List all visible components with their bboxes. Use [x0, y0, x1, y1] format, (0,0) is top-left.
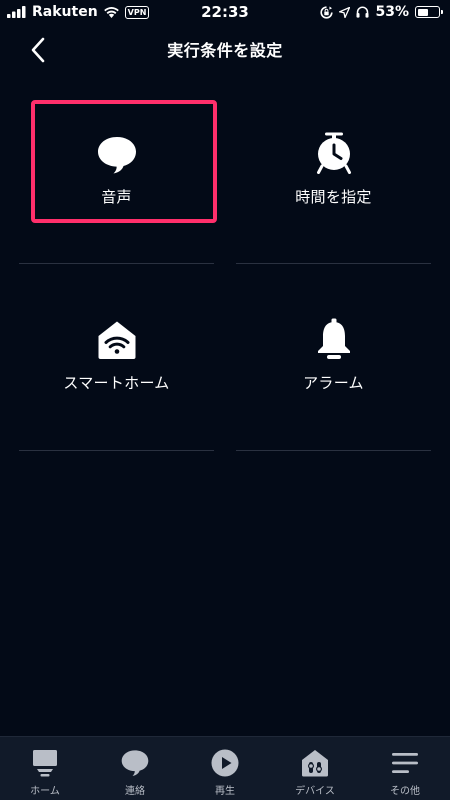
nav-play-label: 再生 [215, 786, 235, 797]
rotation-lock-icon [320, 5, 334, 19]
option-time-icon-wrap [315, 132, 353, 174]
highlight-frame [31, 100, 217, 223]
option-alarm-label: アラーム [303, 374, 364, 392]
page-title: 実行条件を設定 [167, 41, 283, 60]
nav-devices-label: デバイス [295, 786, 335, 797]
divider [19, 450, 214, 451]
battery-percent: 53% [375, 4, 409, 20]
option-smart-home-icon-wrap [97, 318, 137, 360]
header: 実行条件を設定 [0, 30, 450, 70]
nav-home[interactable]: ホーム [0, 737, 90, 800]
option-smart-home-label: スマートホーム [63, 374, 170, 392]
battery-level [417, 8, 429, 16]
option-smart-home[interactable]: スマートホーム [19, 290, 214, 453]
nav-contact-label: 連絡 [125, 786, 145, 797]
smart-home-icon [98, 321, 135, 359]
chat-icon [121, 750, 149, 776]
divider [19, 263, 214, 264]
divider [236, 263, 431, 264]
nav-play-icon-wrap [211, 748, 239, 778]
nav-play[interactable]: 再生 [180, 737, 270, 800]
nav-devices[interactable]: デバイス [270, 737, 360, 800]
option-time-label: 時間を指定 [295, 188, 372, 206]
home-icon [33, 750, 57, 777]
alarm-clock-icon [316, 132, 351, 174]
option-alarm[interactable]: アラーム [236, 290, 431, 453]
nav-more[interactable]: その他 [360, 737, 450, 800]
nav-home-label: ホーム [30, 786, 60, 797]
headphones-icon [356, 6, 369, 18]
option-time[interactable]: 時間を指定 [236, 100, 431, 263]
location-icon [339, 6, 351, 18]
status-bar: Rakuten VPN 22:33 53% [0, 0, 450, 26]
nav-home-icon-wrap [32, 748, 58, 778]
nav-contact-icon-wrap [121, 748, 149, 778]
devices-icon [302, 750, 328, 777]
nav-devices-icon-wrap [301, 748, 329, 778]
nav-more-icon-wrap [391, 748, 419, 778]
divider [236, 450, 431, 451]
screen: Rakuten VPN 22:33 53% 実行条件を設定 音声 時間を指定 ス… [0, 0, 450, 800]
play-icon [211, 749, 239, 777]
nav-contact[interactable]: 連絡 [90, 737, 180, 800]
bell-icon [317, 318, 350, 359]
option-alarm-icon-wrap [316, 318, 352, 360]
nav-more-label: その他 [390, 786, 420, 797]
status-right: 53% [320, 4, 443, 20]
battery-icon [415, 6, 443, 18]
menu-icon [392, 753, 418, 773]
bottom-nav: ホーム 連絡 再生 デバイス その他 [0, 736, 450, 800]
